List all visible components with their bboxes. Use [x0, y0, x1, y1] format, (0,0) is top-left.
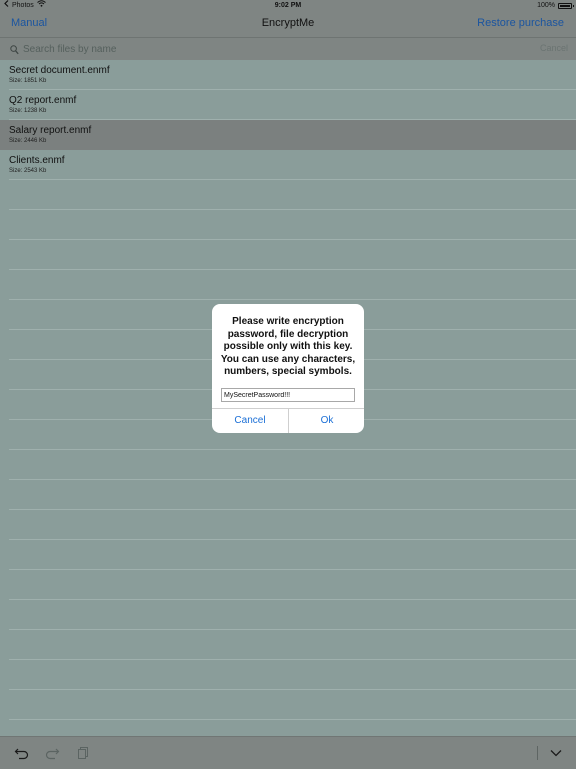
battery-percent: 100%	[537, 2, 555, 9]
status-right: 100%	[537, 0, 574, 12]
row-divider	[9, 629, 576, 630]
row-divider	[9, 599, 576, 600]
status-time: 9:02 PM	[274, 2, 302, 9]
row-divider	[9, 449, 576, 450]
file-size: Size: 1238 Kb	[9, 108, 47, 114]
file-size: Size: 2446 Kb	[9, 138, 47, 144]
file-row[interactable]: Secret document.enmf Size: 1851 Kb	[0, 60, 576, 90]
search-bar: Cancel	[0, 38, 576, 60]
row-divider	[9, 719, 576, 720]
dialog-message: Please write encryption password, file d…	[220, 316, 356, 377]
row-divider	[9, 539, 576, 540]
row-divider	[9, 239, 576, 240]
file-name: Clients.enmf	[9, 155, 65, 166]
row-divider	[9, 689, 576, 690]
row-divider	[9, 659, 576, 660]
file-row[interactable]: Clients.enmf Size: 2543 Kb	[0, 150, 576, 180]
paste-icon[interactable]	[76, 745, 92, 761]
file-row-selected[interactable]: Salary report.enmf Size: 2446 Kb	[0, 120, 576, 150]
row-divider	[9, 509, 576, 510]
battery-icon	[558, 3, 574, 9]
nav-bar: Manual EncryptMe Restore purchase	[0, 12, 576, 38]
row-divider	[9, 299, 576, 300]
row-divider	[9, 569, 576, 570]
file-size: Size: 2543 Kb	[9, 168, 47, 174]
password-input[interactable]	[221, 388, 355, 402]
file-name: Q2 report.enmf	[9, 95, 77, 106]
row-divider	[9, 479, 576, 480]
search-input[interactable]	[23, 41, 503, 57]
restore-purchase-button[interactable]: Restore purchase	[477, 17, 564, 29]
encryption-password-dialog: Please write encryption password, file d…	[212, 304, 364, 433]
search-cancel-button[interactable]: Cancel	[540, 43, 568, 53]
undo-icon[interactable]	[14, 745, 30, 761]
file-row[interactable]: Q2 report.enmf Size: 1238 Kb	[0, 90, 576, 120]
row-divider	[9, 179, 576, 180]
row-divider	[9, 269, 576, 270]
file-name: Salary report.enmf	[9, 125, 92, 136]
row-divider	[9, 209, 576, 210]
toolbar-divider	[537, 746, 538, 760]
file-size: Size: 1851 Kb	[9, 78, 47, 84]
status-bar: Photos 9:02 PM 100%	[0, 0, 576, 12]
chevron-down-icon[interactable]	[548, 745, 564, 761]
keyboard-toolbar	[0, 736, 576, 769]
cancel-button[interactable]: Cancel	[212, 409, 288, 433]
redo-icon[interactable]	[44, 745, 60, 761]
file-name: Secret document.enmf	[9, 65, 110, 76]
search-icon	[10, 42, 19, 60]
ok-button[interactable]: Ok	[289, 409, 364, 433]
